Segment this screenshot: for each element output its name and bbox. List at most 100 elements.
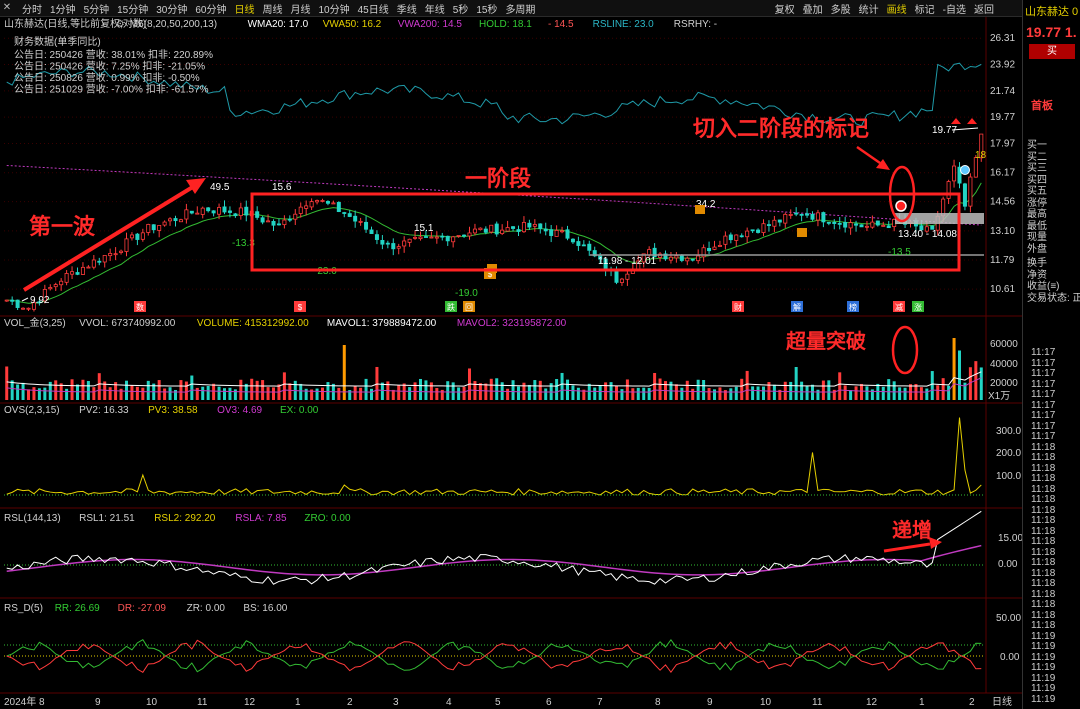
volume-bar	[380, 382, 384, 400]
candle-body	[413, 237, 418, 239]
hold-series	[6, 182, 982, 304]
candle-body	[347, 213, 352, 217]
volume-bar	[838, 372, 842, 400]
candle-body	[968, 176, 973, 207]
event-tag-7: 榜	[849, 302, 857, 312]
candle-body	[794, 212, 799, 215]
volume-bar	[685, 380, 689, 400]
x-axis-label-1: 9	[95, 697, 101, 708]
volume-bar	[54, 380, 58, 400]
volume-bar	[849, 390, 853, 400]
candle-body	[59, 280, 64, 286]
trade-time-14: 11:18	[1031, 494, 1056, 505]
volume-bar	[76, 384, 79, 400]
trade-time-16: 11:18	[1031, 515, 1056, 526]
ovs-axis-label-1: 200.0	[996, 448, 1021, 459]
candle-body	[805, 213, 810, 216]
volume-bar	[620, 389, 624, 400]
volume-bar	[625, 379, 629, 400]
finance-row-3: 公告日: 251029 营收: -7.00% 扣非: -61.57%	[14, 83, 209, 96]
x-axis-label-3: 11	[197, 697, 208, 708]
trade-time-33: 11:19	[1031, 693, 1056, 705]
rsd-axis-label-0: 50.00	[996, 613, 1021, 624]
volume-bar	[304, 388, 308, 400]
candle-body	[75, 272, 80, 275]
stage2-mark-icon	[895, 200, 907, 212]
volume-bar	[141, 387, 145, 400]
candle-body	[70, 271, 75, 275]
price-label-7: -13.5	[888, 247, 911, 258]
candle-body	[511, 226, 516, 229]
volume-bar	[168, 387, 172, 400]
candle-body	[875, 220, 880, 226]
candle-body	[396, 246, 401, 249]
quote-field-list: 买一 买二 买三 买四 买五 涨停 最高 最低 现量 外盘 换手 净资 收益(≡) 交易状态: 正	[1027, 140, 1080, 304]
price-axis-label: 10.61	[990, 284, 1015, 295]
ovs-legend-1: PV2: 16.33	[79, 405, 129, 416]
volume-bar	[337, 387, 341, 400]
volume-bar	[359, 387, 363, 400]
volume-bar	[702, 380, 706, 400]
candle-body	[97, 260, 102, 263]
candle-body	[331, 202, 336, 205]
candle-body	[342, 212, 347, 214]
x-axis-label-13: 9	[707, 697, 713, 708]
price-label-9: 9.92	[30, 295, 50, 306]
ovs-legend-3: OV3: 4.69	[217, 405, 262, 416]
finance-row-2: 公告日: 250826 营收: 0.99% 扣非: -0.50%	[14, 71, 200, 84]
finance-row-0: 公告日: 250426 营收: 38.01% 扣非: 220.89%	[14, 48, 213, 61]
x-axis-label-0: 2024年 8	[4, 695, 45, 708]
volume-bar	[511, 380, 515, 400]
candle-body	[685, 257, 690, 262]
candle-body	[146, 223, 151, 233]
volume-bar	[424, 380, 428, 400]
volume-axis-label-1: 40000	[990, 359, 1018, 370]
buy-button[interactable]: 买	[1029, 44, 1075, 59]
rsl-legend-0: RSL(144,13)	[4, 513, 61, 524]
candle-body	[423, 236, 428, 238]
volume-bar	[119, 388, 123, 400]
volume-bar	[321, 387, 324, 400]
increase-label: 递增	[892, 518, 932, 542]
volume-bar	[212, 383, 216, 400]
candle-body	[761, 223, 766, 233]
candle-body	[549, 229, 554, 236]
volume-bar	[925, 388, 929, 400]
price-axis-label: 17.97	[990, 139, 1015, 150]
candle-body	[772, 219, 777, 227]
candle-body	[353, 215, 358, 222]
main-legend-0: 山东赫达(日线,等比前复权,对数)	[4, 17, 146, 30]
trade-time-4: 11:17	[1031, 389, 1056, 400]
candle-body	[271, 220, 276, 226]
volume-bar	[32, 387, 36, 400]
candle-body	[151, 224, 156, 231]
stage2-arrow-line	[856, 145, 881, 165]
candle-body	[113, 253, 118, 256]
volume-bar	[130, 385, 134, 400]
candle-body	[826, 221, 831, 224]
candle-body	[140, 232, 145, 240]
ovs-legend-2: PV3: 38.58	[148, 405, 198, 416]
candle-body	[287, 218, 292, 221]
volume-bar	[190, 375, 194, 400]
k-line-chart-area[interactable]: 26.31 23.92 21.74 19.77 17.97 16.17 14.56 13.10…	[0, 0, 1022, 709]
candle-body	[837, 222, 842, 225]
candle-body	[946, 181, 951, 199]
volume-bar	[843, 385, 847, 400]
trade-time-0: 11:17	[1031, 347, 1056, 358]
candle-body	[168, 218, 173, 222]
event-tag-8: 减	[895, 302, 903, 312]
candle-body	[157, 224, 162, 231]
candle-body	[178, 219, 183, 223]
volume-bar	[174, 389, 177, 400]
main-legend-6: HOLD: 18.1	[479, 19, 532, 30]
candle-body	[728, 234, 733, 241]
volume-bar	[598, 385, 602, 400]
candle-body	[255, 211, 260, 218]
volume-bar	[680, 387, 684, 400]
volume-bar	[179, 380, 183, 400]
volume-bar	[125, 380, 128, 400]
candle-body	[325, 201, 330, 204]
main-legend-8: RSLINE: 23.0	[593, 19, 655, 30]
candle-body	[206, 207, 211, 212]
